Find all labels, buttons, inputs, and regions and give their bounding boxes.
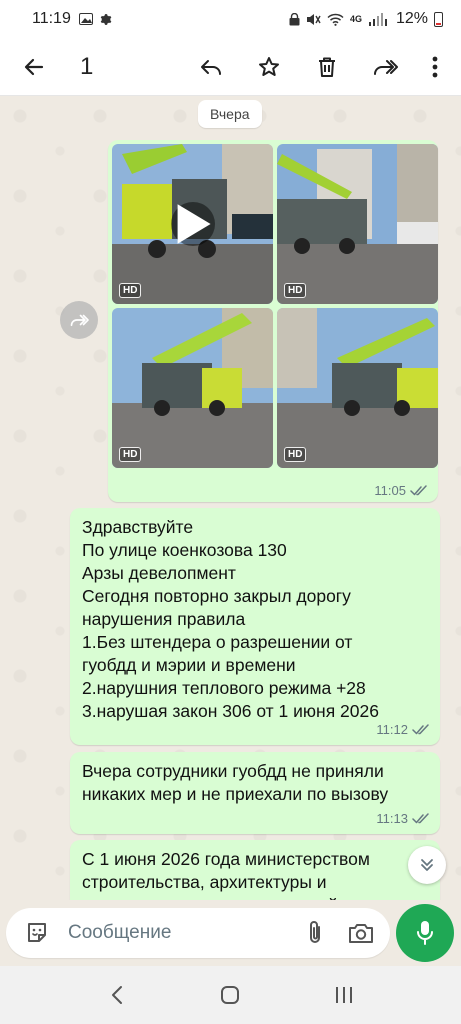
message-line: гуобдд и мэрии и времени bbox=[82, 655, 296, 675]
star-button[interactable] bbox=[249, 47, 289, 87]
hd-badge: HD bbox=[119, 283, 142, 298]
nav-recents-button[interactable] bbox=[322, 973, 366, 1017]
message-time: 11:05 bbox=[374, 483, 406, 498]
sticker-icon bbox=[28, 923, 46, 942]
selected-count: 1 bbox=[80, 52, 94, 80]
message-time: 11:12 bbox=[376, 722, 408, 737]
status-bar: 11:19 4G 12% bbox=[0, 0, 461, 38]
message-line: С 1 июня 2026 года министерством bbox=[82, 849, 370, 869]
back-button[interactable] bbox=[14, 47, 54, 87]
text-message-bubble[interactable]: С 1 июня 2026 года министерством строите… bbox=[70, 840, 440, 906]
message-line: Арзы девелопмент bbox=[82, 563, 236, 583]
attach-button[interactable] bbox=[298, 916, 332, 950]
text-message-bubble[interactable]: Здравствуйте По улице коенкозова 130 Арз… bbox=[70, 508, 440, 745]
crane-truck-photo bbox=[112, 308, 273, 468]
settings-notification-icon bbox=[100, 13, 112, 25]
more-vertical-icon bbox=[432, 56, 438, 77]
hd-badge: HD bbox=[284, 283, 307, 298]
camera-button[interactable] bbox=[344, 916, 378, 950]
crane-truck-photo bbox=[277, 308, 438, 468]
voice-message-button[interactable] bbox=[396, 904, 454, 962]
message-line: Здравствуйте bbox=[82, 517, 194, 537]
mute-icon bbox=[306, 13, 321, 25]
forward-button[interactable] bbox=[365, 47, 405, 87]
message-line: никаких мер и не приехали по вызову bbox=[82, 784, 389, 804]
date-separator: Вчера bbox=[198, 100, 262, 128]
message-line: 2.нарушния теплового режима +28 bbox=[82, 678, 366, 698]
forward-shortcut-button[interactable] bbox=[60, 301, 98, 339]
message-meta: 11:12 bbox=[376, 718, 430, 741]
wifi-icon bbox=[327, 13, 344, 26]
hd-badge: HD bbox=[284, 447, 307, 462]
reply-icon bbox=[201, 59, 221, 75]
lock-icon bbox=[289, 12, 300, 25]
status-notification-icons bbox=[78, 13, 112, 26]
trash-icon bbox=[319, 57, 335, 77]
chevron-left-icon bbox=[111, 986, 122, 1004]
message-time: 11:13 bbox=[376, 811, 408, 826]
delete-button[interactable] bbox=[307, 47, 347, 87]
message-composer bbox=[0, 900, 461, 966]
status-time: 11:19 bbox=[32, 10, 71, 27]
scroll-to-bottom-button[interactable] bbox=[408, 846, 446, 884]
message-input-container bbox=[6, 908, 390, 958]
media-thumbnail[interactable]: HD bbox=[112, 308, 273, 468]
message-line: Сегодня повторно закрыл дорогу bbox=[82, 586, 351, 606]
read-receipt-icon bbox=[412, 813, 429, 824]
reply-button[interactable] bbox=[191, 47, 231, 87]
network-type-label: 4G bbox=[349, 14, 362, 24]
nav-back-button[interactable] bbox=[95, 973, 139, 1017]
status-system-icons: 4G 12% bbox=[289, 10, 443, 28]
read-receipt-icon bbox=[412, 724, 429, 735]
battery-percentage: 12% bbox=[395, 10, 428, 27]
media-thumbnail[interactable]: HD bbox=[277, 308, 438, 468]
double-chevron-down-icon bbox=[421, 859, 433, 871]
nav-home-button[interactable] bbox=[208, 973, 252, 1017]
media-message-bubble[interactable]: HD HD HD HD 11:05 bbox=[108, 140, 438, 502]
paperclip-icon bbox=[310, 921, 320, 943]
message-line: нарушения правила bbox=[82, 609, 246, 629]
chat-area[interactable]: Вчера HD HD HD HD 11:05 Здравствуйте По … bbox=[0, 96, 461, 906]
media-thumbnail[interactable]: HD bbox=[277, 144, 438, 304]
forward-icon bbox=[374, 59, 398, 75]
system-navigation-bar bbox=[0, 966, 461, 1024]
crane-truck-photo bbox=[277, 144, 438, 304]
message-line: Вчера сотрудники гуобдд не приняли bbox=[82, 761, 384, 781]
message-meta: 11:13 bbox=[376, 807, 430, 830]
recents-icon bbox=[336, 987, 353, 1003]
forward-icon bbox=[70, 314, 89, 327]
sticker-button[interactable] bbox=[20, 916, 54, 950]
play-icon bbox=[177, 204, 211, 244]
signal-strength-icon bbox=[368, 12, 387, 26]
message-meta: 11:05 bbox=[374, 483, 428, 498]
arrow-left-icon bbox=[24, 58, 44, 75]
camera-icon bbox=[349, 924, 373, 943]
media-thumbnail-video[interactable]: HD bbox=[112, 144, 273, 304]
hd-badge: HD bbox=[119, 447, 142, 462]
gallery-notification-icon bbox=[78, 13, 93, 25]
message-line: 1.Без штендера о разрешении от bbox=[82, 632, 353, 652]
selection-toolbar: 1 bbox=[0, 38, 461, 96]
home-icon bbox=[221, 986, 240, 1004]
message-line: строительства, архитектуры и bbox=[82, 872, 327, 892]
play-button[interactable] bbox=[170, 202, 215, 246]
microphone-icon bbox=[417, 921, 433, 945]
text-message-bubble[interactable]: Вчера сотрудники гуобдд не приняли никак… bbox=[70, 752, 440, 834]
star-icon bbox=[259, 56, 279, 76]
message-line: По улице коенкозова 130 bbox=[82, 540, 287, 560]
more-options-button[interactable] bbox=[423, 47, 447, 87]
read-receipt-icon bbox=[410, 485, 427, 496]
battery-icon bbox=[434, 11, 443, 27]
message-input[interactable] bbox=[68, 922, 298, 944]
